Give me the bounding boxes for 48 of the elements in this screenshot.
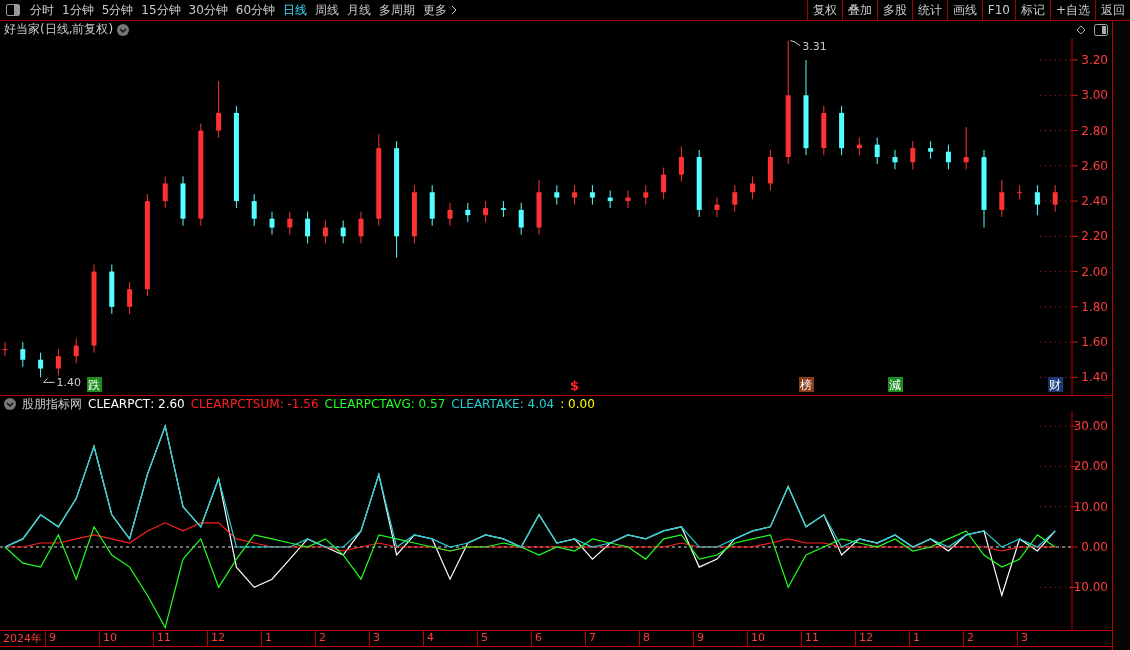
date-axis-label: 12 — [207, 631, 261, 646]
indicator-value: : 0.57 — [410, 397, 446, 411]
axis-label: 2.00 — [1081, 264, 1108, 279]
date-axis-label: 12 — [855, 631, 909, 646]
date-axis-label: 3 — [369, 631, 423, 646]
date-axis-label: 7 — [585, 631, 639, 646]
axis-label: 10.00 — [1073, 499, 1108, 514]
axis-label: 2.80 — [1081, 123, 1108, 138]
axis-label: 1.60 — [1081, 335, 1108, 350]
axis-label: 30.00 — [1073, 419, 1108, 434]
axis-label: 3.00 — [1081, 88, 1108, 103]
date-axis-label: 5 — [477, 631, 531, 646]
date-axis-label: 2 — [963, 631, 1017, 646]
low-price-label: 1.40 — [56, 376, 82, 390]
date-axis-label: 4 — [423, 631, 477, 646]
date-axis-label: 9 — [693, 631, 747, 646]
indicator-value: : 0.00 — [560, 397, 595, 411]
axis-label: 1.40 — [1081, 370, 1108, 385]
date-axis-label: 10 — [99, 631, 153, 646]
date-axis-label: 11 — [153, 631, 207, 646]
axis-label: 0.00 — [1081, 540, 1108, 554]
axis-label: 20.00 — [1073, 459, 1108, 474]
axis-label: 2.20 — [1081, 229, 1108, 244]
indicator-value: : 2.60 — [150, 397, 185, 411]
series-name: CLEARTAKE — [451, 397, 520, 411]
indicator-value: : -1.56 — [279, 397, 319, 411]
axis-label: 3.20 — [1081, 53, 1108, 68]
date-axis-label: 1 — [909, 631, 963, 646]
axis-label: 1.80 — [1081, 299, 1108, 314]
series-name: CLEARPCTSUM — [190, 397, 280, 411]
date-axis-label: 3 — [1017, 631, 1071, 646]
date-axis-label: 9 — [45, 631, 99, 646]
series-name: CLEARPCTAVG — [324, 397, 411, 411]
chart-title: 好当家(日线,前复权) — [4, 21, 114, 38]
axis-label: 2.60 — [1081, 158, 1108, 173]
date-axis-label: 6 — [531, 631, 585, 646]
date-axis-label: 2 — [315, 631, 369, 646]
axis-label: 2.40 — [1081, 194, 1108, 209]
date-axis-label: 8 — [639, 631, 693, 646]
date-axis-label: 1 — [261, 631, 315, 646]
series-name: CLEARPCT — [88, 397, 151, 411]
axis-label: -10.00 — [1069, 580, 1108, 595]
indicator-name: 股朋指标网 — [22, 395, 82, 413]
indicator-value: : 4.04 — [519, 397, 555, 411]
date-axis-label: 11 — [801, 631, 855, 646]
date-axis-label: 10 — [747, 631, 801, 646]
high-price-label: 3.31 — [802, 39, 827, 53]
date-axis-label: 2024年 — [2, 631, 43, 646]
